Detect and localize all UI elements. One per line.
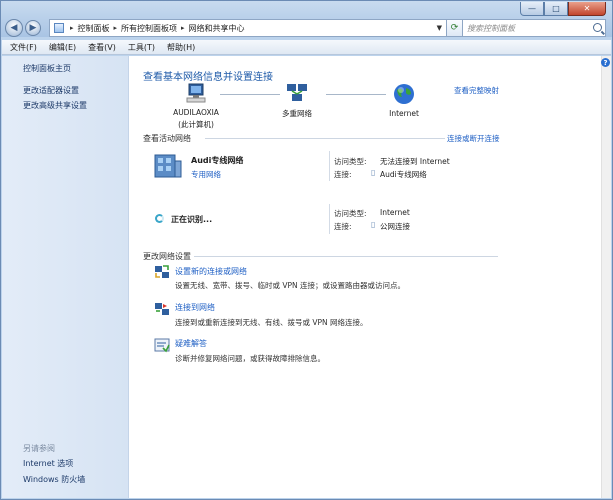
breadcrumb-all-items[interactable]: 所有控制面板项 [121,23,177,34]
breadcrumb-control-panel[interactable]: 控制面板 [78,23,110,34]
network-2-name: 正在识别... [171,215,213,224]
help-icon[interactable]: ? [601,58,610,67]
network-2-access-label: 访问类型: [334,209,367,218]
active-networks-header: 查看活动网络 [143,134,191,143]
breadcrumb-separator-icon: ▸ [181,24,185,32]
breadcrumb-separator-icon: ▸ [70,24,74,32]
address-dropdown-icon[interactable]: ▼ [437,24,442,32]
node-computer-sub: (此计算机) [178,120,214,129]
computer-icon [186,83,206,103]
back-button[interactable]: ◀ [5,19,23,37]
task-new-connection-link[interactable]: 设置新的连接或网络 [175,266,247,277]
search-icon[interactable] [593,23,602,32]
content-area: 控制面板主页 更改适配器设置 更改高级共享设置 另请参阅 Internet 选项… [2,56,611,498]
new-connection-icon [155,265,169,278]
connect-network-icon [155,303,169,315]
menu-help[interactable]: 帮助(H) [167,42,195,53]
forward-button[interactable]: ▶ [25,20,41,36]
network-adapter-icon: ▯ [371,168,376,177]
map-connector [326,94,386,95]
section-divider [205,138,445,139]
sidebar: 控制面板主页 更改适配器设置 更改高级共享设置 另请参阅 Internet 选项… [2,56,129,498]
task-new-connection-desc: 设置无线、宽带、拨号、临时或 VPN 连接；或设置路由器或访问点。 [175,281,406,290]
see-also-label: 另请参阅 [23,444,55,453]
minimize-button[interactable]: — [520,2,544,16]
sidebar-item-sharing-settings[interactable]: 更改高级共享设置 [23,100,87,111]
address-bar[interactable]: ▸ 控制面板 ▸ 所有控制面板项 ▸ 网络和共享中心 ▼ ⟳ [49,19,463,37]
node-network-name: 多重网络 [282,109,312,118]
sidebar-item-firewall[interactable]: Windows 防火墙 [23,474,85,485]
node-multiple-networks[interactable]: 多重网络 [275,83,319,119]
scrollbar[interactable]: ? [601,56,611,498]
menu-bar: 文件(F) 编辑(E) 查看(V) 工具(T) 帮助(H) [2,40,611,55]
forward-arrow-icon: ▶ [29,23,37,33]
node-computer-name: AUDILAOXIA [173,108,219,117]
breadcrumb-network-center[interactable]: 网络和共享中心 [189,23,245,34]
network-1-conn-label: 连接: [334,170,352,179]
network-adapter-icon: ▯ [371,220,376,229]
change-settings-header: 更改网络设置 [143,252,191,261]
refresh-icon[interactable]: ⟳ [446,20,462,36]
task-connect-network-desc: 连接到或重新连接到无线、有线、拨号或 VPN 网络连接。 [175,318,368,327]
window: — □ ✕ ◀ ▶ ▸ 控制面板 ▸ 所有控制面板项 ▸ 网络和共享中心 ▼ ⟳… [0,0,613,500]
back-arrow-icon: ◀ [10,23,18,33]
network-1-type-link[interactable]: 专用网络 [191,169,221,180]
loading-spinner-icon [155,214,164,223]
network-1-name: Audi专线网络 [191,156,244,165]
node-computer[interactable]: AUDILAOXIA (此计算机) [168,83,224,130]
navigation-bar: ◀ ▶ ▸ 控制面板 ▸ 所有控制面板项 ▸ 网络和共享中心 ▼ ⟳ 搜索控制面… [5,18,608,38]
connect-disconnect-link[interactable]: 连接或断开连接 [447,133,500,144]
breadcrumb-separator-icon: ▸ [113,24,118,32]
network-2-conn-label: 连接: [334,222,352,231]
network-2-conn-link[interactable]: 公网连接 [380,221,410,232]
network-2-access-value: Internet [380,208,410,217]
map-connector [220,94,280,95]
menu-tools[interactable]: 工具(T) [128,42,155,53]
maximize-button[interactable]: □ [544,2,568,16]
menu-view[interactable]: 查看(V) [88,42,116,53]
search-input[interactable]: 搜索控制面板 [462,19,606,37]
menu-file[interactable]: 文件(F) [10,42,37,53]
main-panel: 查看基本网络信息并设置连接 查看完整映射 AUDILAOXIA (此计算机) 多… [130,56,601,498]
menu-edit[interactable]: 编辑(E) [49,42,76,53]
network-1-conn-link[interactable]: Audi专线网络 [380,169,427,180]
close-button[interactable]: ✕ [568,2,606,16]
window-controls: — □ ✕ [520,2,606,16]
node-internet-name: Internet [389,109,419,118]
control-panel-icon [54,23,64,33]
network-1-access-label: 访问类型: [334,157,367,166]
task-troubleshoot-desc: 诊断并修复网络问题，或获得故障排除信息。 [175,354,325,363]
column-divider [329,204,330,234]
column-divider [329,151,330,181]
node-internet[interactable]: Internet [382,83,426,118]
troubleshoot-icon [154,338,170,353]
full-map-link[interactable]: 查看完整映射 [454,85,499,96]
network-icon [287,84,307,101]
network-1-access-value: 无法连接到 Internet [380,157,450,166]
sidebar-item-internet-options[interactable]: Internet 选项 [23,458,73,469]
globe-icon [394,84,414,104]
section-divider [194,256,498,257]
sidebar-item-adapter-settings[interactable]: 更改适配器设置 [23,85,79,96]
task-troubleshoot-link[interactable]: 疑难解答 [175,338,207,349]
page-title: 查看基本网络信息并设置连接 [143,72,273,83]
house-network-icon [154,154,182,178]
search-placeholder: 搜索控制面板 [467,23,515,33]
task-connect-network-link[interactable]: 连接到网络 [175,302,215,313]
sidebar-item-home[interactable]: 控制面板主页 [23,63,71,74]
